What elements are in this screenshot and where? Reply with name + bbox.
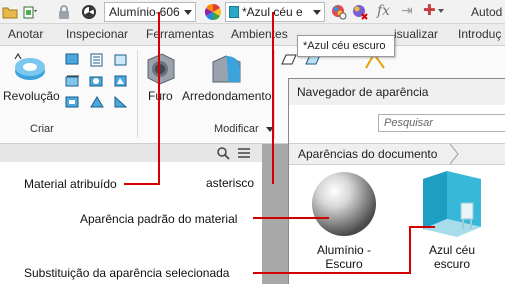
chevron-down-icon: [313, 10, 321, 15]
radioactive-icon[interactable]: [81, 4, 97, 20]
fillet-label[interactable]: Arredondamento: [182, 89, 271, 103]
graphics-window: [262, 144, 288, 284]
hole-label[interactable]: Furo: [148, 89, 173, 103]
loft-icon[interactable]: [64, 52, 82, 68]
menu-icon[interactable]: [237, 147, 251, 159]
model-browser-header: [0, 144, 262, 162]
tooltip: *Azul céu escuro: [297, 35, 395, 57]
tab-ambientes[interactable]: Ambientes: [231, 27, 288, 41]
callout-material: Material atribuído: [24, 177, 117, 191]
unwrap-icon[interactable]: [112, 94, 130, 110]
aluminum-swatch[interactable]: [311, 171, 377, 237]
appearance-browser-title: Navegador de aparência: [289, 79, 505, 105]
import-icon[interactable]: [112, 52, 130, 68]
modificar-label: Modificar: [214, 123, 259, 135]
emboss-icon[interactable]: [88, 73, 106, 89]
fx-icon[interactable]: fx: [377, 3, 390, 19]
appearance-swatch-icon: [229, 6, 239, 18]
divider: [137, 50, 138, 138]
new-part-icon[interactable]: [22, 4, 38, 20]
callout-override: Substituição da aparência selecionada: [24, 266, 230, 280]
annotation-line: [409, 226, 435, 228]
breadcrumb-label: Aparências do documento: [298, 147, 438, 161]
tab-anotar[interactable]: Anotar: [8, 27, 43, 41]
arrow-icon[interactable]: ⇥: [401, 2, 413, 19]
swatch-label-line2: escuro: [433, 257, 471, 271]
criar-panel-title[interactable]: Criar: [30, 123, 54, 135]
search-icon[interactable]: [216, 146, 230, 160]
material-dropdown-value: Alumínio-606: [109, 5, 180, 19]
quick-access-toolbar: Alumínio-606 *Azul céu e fx ⇥ ✚ Autod: [0, 0, 505, 24]
chevron-down-icon: [184, 10, 192, 15]
blue-sky-swatch[interactable]: [419, 169, 485, 239]
swatch-label-line1: Azul céu: [428, 243, 476, 257]
modificar-panel-title[interactable]: Modificar: [214, 123, 274, 135]
annotation-line: [253, 272, 411, 274]
annotation-line: [158, 12, 160, 185]
derive-icon[interactable]: [88, 94, 106, 110]
hole-icon[interactable]: [144, 52, 176, 86]
material-dropdown[interactable]: Alumínio-606: [104, 2, 196, 22]
search-input[interactable]: Pesquisar: [378, 114, 505, 132]
revolve-label[interactable]: Revolução: [3, 89, 60, 103]
color-wheel-icon[interactable]: [204, 3, 222, 21]
ribbon-tabs: Anotar Inspecionar Ferramentas Ambientes…: [0, 24, 505, 46]
swatch-label: Azul céu escuro: [407, 243, 497, 271]
lock-icon[interactable]: [56, 4, 72, 20]
rib-icon[interactable]: [64, 94, 82, 110]
tab-ferramentas[interactable]: Ferramentas: [146, 27, 214, 41]
appearance-browser: Navegador de aparência Pesquisar Aparênc…: [288, 78, 505, 284]
chevron-down-icon[interactable]: [438, 9, 444, 13]
divider: [274, 50, 275, 138]
folder-icon[interactable]: [2, 4, 18, 20]
swatch-label-line2: Escuro: [325, 257, 363, 271]
plane-icon[interactable]: [280, 52, 298, 68]
swatch-label-line1: Alumínio -: [316, 243, 372, 257]
app-title: Autod: [471, 5, 503, 19]
tab-introducao[interactable]: Introduç: [458, 27, 501, 41]
chevron-right-icon: [449, 143, 461, 165]
coil-icon[interactable]: [88, 52, 106, 68]
plus-icon[interactable]: ✚: [423, 1, 436, 19]
tab-visualizar[interactable]: isualizar: [394, 27, 438, 41]
decal-icon[interactable]: [112, 73, 130, 89]
appearance-dropdown[interactable]: *Azul céu e: [225, 2, 325, 22]
annotation-line: [272, 12, 274, 184]
tab-inspecionar[interactable]: Inspecionar: [66, 27, 128, 41]
revolve-icon[interactable]: [12, 51, 48, 85]
callout-asterisco: asterisco: [206, 176, 255, 190]
sweep-icon[interactable]: [64, 73, 82, 89]
clear-appearance-icon[interactable]: [352, 4, 368, 20]
fillet-icon[interactable]: [210, 52, 244, 86]
annotation-line: [253, 217, 329, 219]
swatch-label: Alumínio - Escuro: [299, 243, 389, 271]
callout-default-appearance: Aparência padrão do material: [80, 212, 238, 226]
annotation-line: [409, 226, 411, 274]
breadcrumb[interactable]: Aparências do documento: [289, 143, 505, 165]
adjust-appearance-icon[interactable]: [331, 4, 347, 20]
annotation-line: [124, 183, 160, 185]
